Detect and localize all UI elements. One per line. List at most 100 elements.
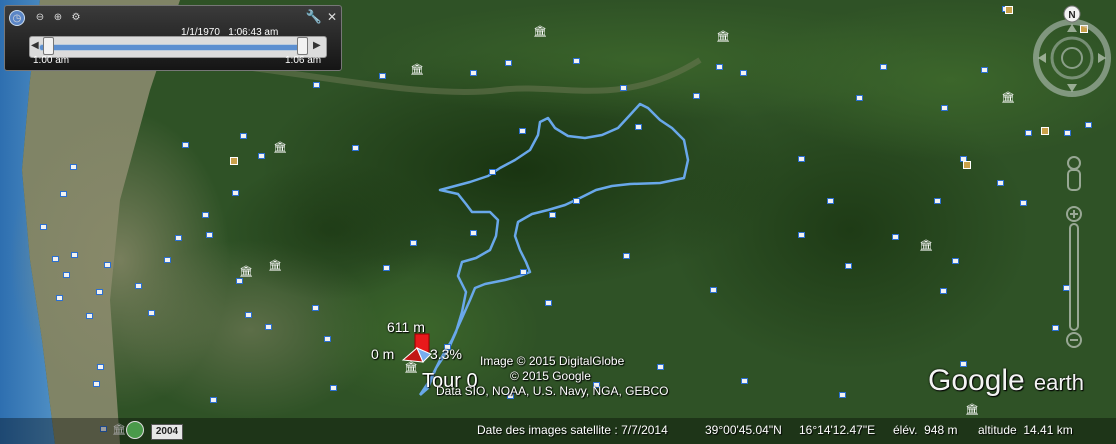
photo-placemark-icon[interactable] — [312, 305, 319, 311]
zoom-in-icon[interactable]: ⊕ — [51, 10, 65, 24]
slider-start-label: 1:00 am — [33, 55, 70, 66]
photo-placemark-icon[interactable] — [93, 381, 100, 387]
photo-placemark-icon[interactable] — [383, 265, 390, 271]
photo-placemark-icon[interactable] — [520, 269, 527, 275]
photo-placemark-icon[interactable] — [941, 105, 948, 111]
museum-icon[interactable]: 🏛 — [273, 141, 287, 154]
wrench-icon[interactable]: 🔧 — [306, 9, 322, 24]
photo-placemark-icon[interactable] — [352, 145, 359, 151]
museum-icon[interactable]: 🏛 — [965, 403, 979, 416]
photo-placemark-icon[interactable] — [997, 180, 1004, 186]
photo-placemark-icon[interactable] — [716, 64, 723, 70]
photo-placemark-icon[interactable] — [1020, 200, 1027, 206]
photo-placemark-icon[interactable] — [135, 283, 142, 289]
photo-placemark-icon[interactable] — [206, 232, 213, 238]
museum-icon[interactable]: 🏛 — [1001, 91, 1015, 104]
photo-placemark-icon[interactable] — [313, 82, 320, 88]
slider-end-handle[interactable] — [297, 37, 308, 55]
photo-placemark-icon[interactable] — [741, 378, 748, 384]
photo-placemark-icon[interactable] — [620, 85, 627, 91]
photo-placemark-icon[interactable] — [549, 212, 556, 218]
photo-placemark-icon[interactable] — [505, 60, 512, 66]
look-joystick[interactable] — [1061, 47, 1083, 69]
street-view-pegman-icon[interactable] — [1067, 156, 1081, 191]
photo-placemark-icon[interactable] — [104, 262, 111, 268]
museum-icon[interactable]: 🏛 — [268, 259, 282, 272]
photo-placemark-icon[interactable] — [70, 164, 77, 170]
photo-placemark-icon[interactable] — [379, 73, 386, 79]
photo-placemark-icon[interactable] — [470, 70, 477, 76]
museum-icon[interactable]: 🏛 — [410, 63, 424, 76]
photo-placemark-icon[interactable] — [240, 133, 247, 139]
photo-placemark-icon[interactable] — [635, 124, 642, 130]
poi-square-icon[interactable] — [1005, 6, 1013, 14]
photo-placemark-icon[interactable] — [40, 224, 47, 230]
photo-placemark-icon[interactable] — [330, 385, 337, 391]
photo-placemark-icon[interactable] — [97, 364, 104, 370]
photo-placemark-icon[interactable] — [258, 153, 265, 159]
museum-icon[interactable]: 🏛 — [239, 265, 253, 278]
compass-ring[interactable] — [1033, 19, 1111, 97]
photo-placemark-icon[interactable] — [210, 397, 217, 403]
photo-placemark-icon[interactable] — [175, 235, 182, 241]
photo-placemark-icon[interactable] — [845, 263, 852, 269]
photo-placemark-icon[interactable] — [545, 300, 552, 306]
photo-placemark-icon[interactable] — [470, 230, 477, 236]
photo-placemark-icon[interactable] — [410, 240, 417, 246]
year-badge[interactable]: 2004 — [151, 424, 183, 440]
photo-placemark-icon[interactable] — [265, 324, 272, 330]
photo-placemark-icon[interactable] — [856, 95, 863, 101]
settings-icon[interactable]: ⚙ — [69, 10, 83, 24]
photo-placemark-icon[interactable] — [710, 287, 717, 293]
step-back-icon[interactable]: ◀ — [31, 40, 39, 51]
photo-placemark-icon[interactable] — [52, 256, 59, 262]
photo-placemark-icon[interactable] — [981, 67, 988, 73]
photo-placemark-icon[interactable] — [324, 336, 331, 342]
attribution-data: Data SIO, NOAA, U.S. Navy, NGA, GEBCO — [436, 384, 669, 398]
photo-placemark-icon[interactable] — [232, 190, 239, 196]
photo-placemark-icon[interactable] — [952, 258, 959, 264]
north-indicator[interactable]: N — [1063, 5, 1081, 23]
photo-placemark-icon[interactable] — [740, 70, 747, 76]
photo-placemark-icon[interactable] — [798, 156, 805, 162]
photo-placemark-icon[interactable] — [880, 64, 887, 70]
clock-icon[interactable]: ◷ — [9, 10, 25, 26]
museum-icon[interactable]: 🏛 — [919, 239, 933, 252]
photo-placemark-icon[interactable] — [827, 198, 834, 204]
photo-placemark-icon[interactable] — [60, 191, 67, 197]
photo-placemark-icon[interactable] — [940, 288, 947, 294]
museum-icon[interactable]: 🏛 — [716, 30, 730, 43]
photo-placemark-icon[interactable] — [657, 364, 664, 370]
photo-placemark-icon[interactable] — [63, 272, 70, 278]
photo-placemark-icon[interactable] — [892, 234, 899, 240]
photo-placemark-icon[interactable] — [798, 232, 805, 238]
zoom-slider[interactable] — [1066, 206, 1082, 348]
photo-placemark-icon[interactable] — [164, 257, 171, 263]
photo-placemark-icon[interactable] — [71, 252, 78, 258]
photo-placemark-icon[interactable] — [56, 295, 63, 301]
photo-placemark-icon[interactable] — [573, 58, 580, 64]
photo-placemark-icon[interactable] — [245, 312, 252, 318]
photo-placemark-icon[interactable] — [839, 392, 846, 398]
museum-icon[interactable]: 🏛 — [533, 25, 547, 38]
photo-placemark-icon[interactable] — [96, 289, 103, 295]
photo-placemark-icon[interactable] — [573, 198, 580, 204]
time-slider-track[interactable] — [39, 44, 305, 51]
close-icon[interactable]: ✕ — [325, 10, 339, 24]
zoom-out-icon[interactable]: ⊖ — [33, 10, 47, 24]
slider-start-handle[interactable] — [43, 37, 54, 55]
photo-placemark-icon[interactable] — [202, 212, 209, 218]
photo-placemark-icon[interactable] — [182, 142, 189, 148]
photo-placemark-icon[interactable] — [489, 169, 496, 175]
poi-square-icon[interactable] — [230, 157, 238, 165]
photo-placemark-icon[interactable] — [693, 93, 700, 99]
step-forward-icon[interactable]: ▶ — [313, 40, 321, 51]
photo-placemark-icon[interactable] — [236, 278, 243, 284]
photo-placemark-icon[interactable] — [623, 253, 630, 259]
photo-placemark-icon[interactable] — [519, 128, 526, 134]
photo-placemark-icon[interactable] — [148, 310, 155, 316]
historical-imagery-icon[interactable] — [126, 421, 144, 439]
photo-placemark-icon[interactable] — [934, 198, 941, 204]
photo-placemark-icon[interactable] — [86, 313, 93, 319]
poi-square-icon[interactable] — [963, 161, 971, 169]
